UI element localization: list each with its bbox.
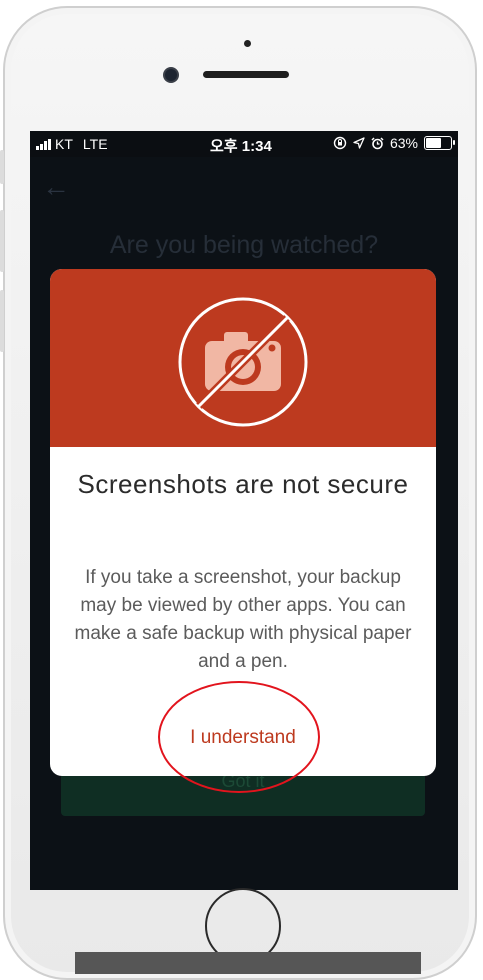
dialog-header [50, 269, 436, 447]
signal-bars-icon [36, 138, 51, 150]
red-annotation-circle [158, 681, 320, 793]
proximity-sensor [244, 40, 251, 47]
volume-down-button [0, 290, 4, 352]
clock: 오후 1:34 [210, 138, 272, 155]
carrier-label: KT [55, 136, 73, 152]
background-title: Are you being watched? [109, 231, 379, 259]
network-label: LTE [82, 136, 108, 152]
front-camera-icon [165, 69, 177, 81]
battery-percent: 63% [389, 135, 418, 151]
status-bar-right: 63% [333, 135, 455, 151]
alarm-icon [371, 136, 384, 149]
volume-up-button [0, 210, 4, 272]
no-camera-icon [178, 297, 308, 427]
status-bar: KT LTE 오후 1:34 63% [30, 131, 458, 157]
bottom-gray-bar [75, 952, 421, 974]
dialog-title: Screenshots are not secure [77, 469, 409, 499]
battery-icon [424, 136, 455, 150]
earpiece-speaker [203, 71, 289, 78]
mute-switch [0, 150, 4, 184]
back-arrow-icon[interactable]: ← [42, 171, 70, 203]
dialog-message: If you take a screenshot, your backup ma… [74, 567, 412, 672]
location-arrow-icon [353, 137, 365, 149]
status-bar-left: KT LTE [36, 136, 108, 152]
lock-rotation-icon [333, 136, 347, 150]
